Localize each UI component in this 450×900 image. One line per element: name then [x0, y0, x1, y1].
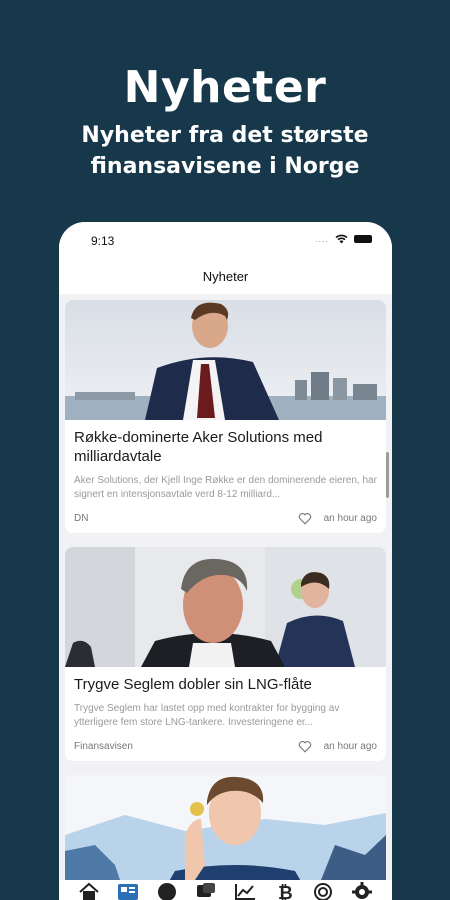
- bitcoin-icon[interactable]: ₿: [273, 882, 295, 900]
- article-summary: Aker Solutions, der Kjell Inge Røkke er …: [74, 475, 377, 500]
- article-image: [65, 547, 386, 667]
- status-bar: 9:13 ....: [59, 222, 392, 258]
- article-summary: Trygve Seglem har lastet opp med kontrak…: [74, 703, 340, 728]
- nav-bar: Nyheter: [59, 258, 392, 294]
- messages-icon[interactable]: [195, 882, 217, 900]
- article-card[interactable]: Røkke-dominerte Aker Solutions med milli…: [65, 300, 386, 533]
- article-card[interactable]: Trygve Seglem dobler sin LNG-flåte Trygv…: [65, 547, 386, 761]
- article-time: an hour ago: [323, 513, 377, 524]
- article-card[interactable]: [65, 775, 386, 895]
- promo-subtitle: Nyheter fra det største finansavisene i …: [0, 120, 450, 182]
- news-feed[interactable]: Røkke-dominerte Aker Solutions med milli…: [65, 300, 386, 900]
- settings-icon[interactable]: [351, 882, 373, 900]
- chart-icon[interactable]: [234, 882, 256, 900]
- target-icon[interactable]: [312, 882, 334, 900]
- heart-icon[interactable]: [298, 512, 312, 525]
- article-title[interactable]: Røkke-dominerte Aker Solutions med milli…: [74, 428, 377, 466]
- chat-icon[interactable]: [156, 882, 178, 900]
- tab-bar: ₿: [59, 880, 392, 900]
- article-body: Trygve Seglem dobler sin LNG-flåte Trygv…: [65, 667, 386, 761]
- status-icons: ....: [315, 234, 372, 244]
- article-source: Finansavisen: [74, 741, 133, 752]
- news-icon[interactable]: [117, 882, 139, 900]
- status-time: 9:13: [91, 234, 115, 248]
- article-image: [65, 300, 386, 420]
- article-title[interactable]: Trygve Seglem dobler sin LNG-flåte: [74, 675, 377, 694]
- article-source: DN: [74, 513, 89, 524]
- article-time: an hour ago: [323, 741, 377, 752]
- scrollbar[interactable]: [386, 452, 389, 498]
- article-meta: Finansavisen an hour ago: [74, 740, 377, 753]
- article-meta: DN an hour ago: [74, 512, 377, 525]
- promo-title: Nyheter: [123, 62, 327, 113]
- promo-subtitle-line2: finansavisene i Norge: [90, 154, 360, 179]
- battery-icon: [354, 235, 372, 243]
- heart-icon[interactable]: [298, 740, 312, 753]
- article-image: [65, 775, 386, 895]
- article-body: Røkke-dominerte Aker Solutions med milli…: [65, 420, 386, 533]
- signal-dots-icon: ....: [314, 234, 329, 244]
- home-icon[interactable]: [78, 882, 100, 900]
- wifi-icon: [335, 234, 348, 244]
- promo-subtitle-line1: Nyheter fra det største: [81, 123, 369, 148]
- phone-frame: 9:13 .... Nyheter Røkke-dominerte Aker S…: [59, 222, 392, 900]
- nav-title: Nyheter: [202, 269, 249, 284]
- svg-text:₿: ₿: [278, 883, 293, 900]
